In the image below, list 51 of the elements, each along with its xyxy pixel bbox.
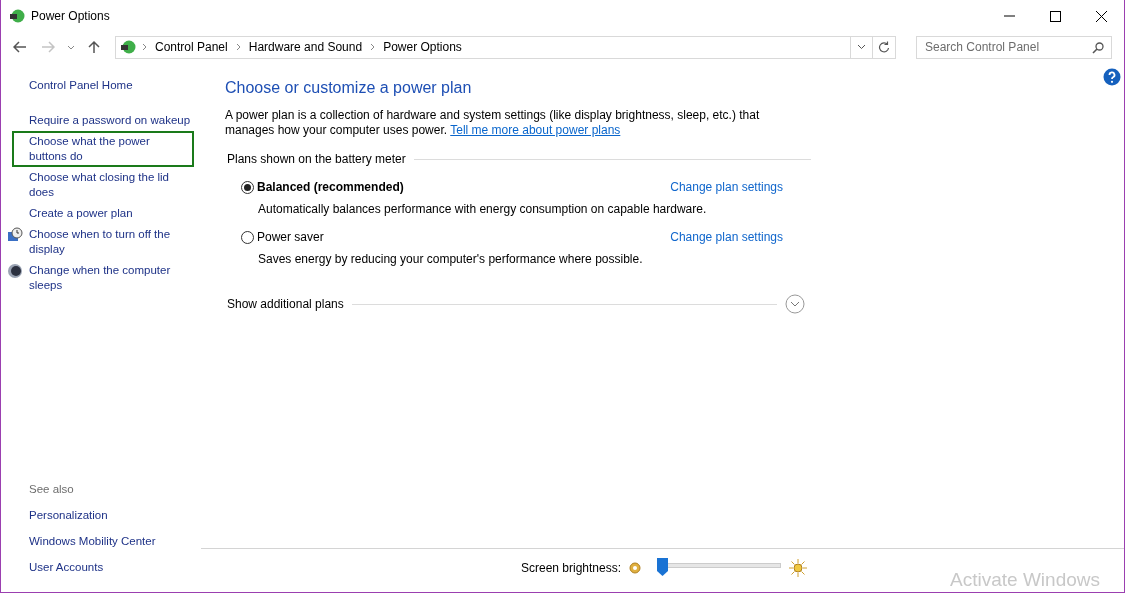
change-settings-link[interactable]: Change plan settings [670, 228, 783, 246]
change-settings-link[interactable]: Change plan settings [670, 178, 783, 196]
clock-monitor-icon [7, 227, 23, 243]
sidebar-link[interactable]: Change when the computer sleeps [29, 263, 195, 293]
help-link[interactable]: Tell me more about power plans [450, 123, 621, 137]
address-bar[interactable]: Control Panel Hardware and Sound Power Options [115, 35, 851, 59]
plan-name[interactable]: Power saver [257, 228, 324, 246]
refresh-icon[interactable] [878, 41, 890, 53]
sidebar-link[interactable]: Choose when to turn off the display [29, 227, 195, 257]
up-arrow-icon[interactable] [88, 40, 100, 54]
breadcrumb-item[interactable]: Power Options [381, 38, 464, 56]
moon-icon [7, 263, 23, 279]
help-icon[interactable] [1103, 68, 1121, 86]
sidebar-link[interactable]: Create a power plan [29, 206, 195, 221]
expand-icon[interactable] [785, 294, 805, 314]
chevron-right-icon [370, 43, 376, 51]
power-plug-icon [9, 8, 25, 24]
sidebar-link[interactable]: Choose what closing the lid does [29, 170, 195, 200]
power-plug-icon [120, 39, 136, 55]
slider-thumb[interactable] [657, 557, 669, 575]
chevron-down-icon[interactable] [857, 44, 866, 50]
see-also-heading: See also [29, 482, 74, 497]
brightness-slider[interactable] [657, 557, 782, 575]
back-arrow-icon[interactable] [13, 41, 27, 53]
group-label: Plans shown on the battery meter [227, 151, 406, 168]
see-also-link[interactable]: Personalization [29, 508, 195, 523]
show-plans-label: Show additional plans [227, 296, 344, 313]
minimize-icon[interactable] [1003, 15, 1015, 17]
intro-paragraph: A power plan is a collection of hardware and system settings (like display brightness, sleep, etc.) that manages how your computer uses power. Tell me more about power plans [225, 108, 761, 138]
page-heading: Choose or customize a power plan [225, 78, 473, 98]
brightness-label: Screen brightness: [521, 560, 622, 577]
sidebar-link[interactable]: Choose what the power buttons do [12, 131, 194, 167]
sidebar-link[interactable]: Require a password on wakeup [29, 113, 195, 128]
plan-description: Automatically balances performance with energy consumption on capable hardware. [258, 201, 708, 218]
chevron-right-icon [142, 43, 147, 51]
plan-description: Saves energy by reducing your computer's performance where possible. [258, 251, 644, 268]
see-also-link[interactable]: User Accounts [29, 560, 195, 575]
breadcrumb-item[interactable]: Hardware and Sound [246, 38, 365, 56]
bright-sun-icon [789, 559, 808, 577]
chevron-down-icon[interactable] [67, 44, 75, 50]
window-title: Power Options [31, 8, 110, 25]
maximize-icon[interactable] [1049, 10, 1061, 22]
search-field[interactable]: Search Control Panel [916, 35, 1112, 59]
dim-sun-icon [629, 562, 642, 574]
chevron-right-icon [235, 43, 241, 51]
breadcrumb-item[interactable]: Control Panel [153, 38, 230, 56]
sidebar-link[interactable]: Control Panel Home [29, 78, 195, 93]
see-also-link[interactable]: Windows Mobility Center [29, 534, 195, 549]
close-icon[interactable] [1095, 10, 1107, 22]
search-icon [1092, 41, 1104, 54]
plan-name[interactable]: Balanced (recommended) [257, 178, 404, 196]
